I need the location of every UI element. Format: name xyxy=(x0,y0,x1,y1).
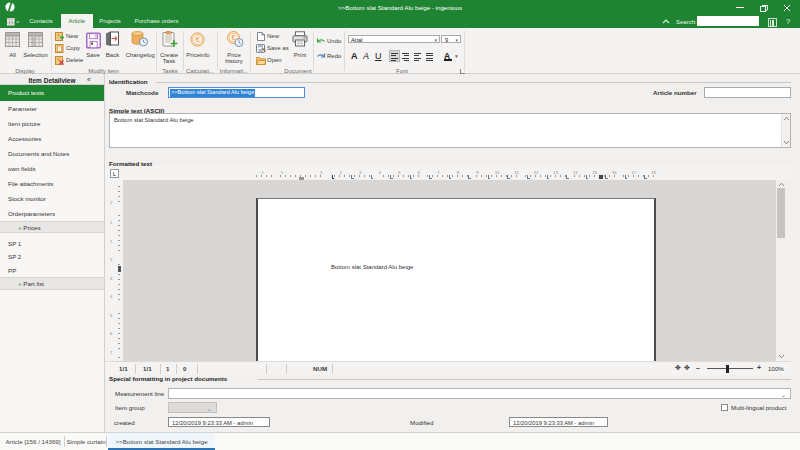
svg-text:€: € xyxy=(232,34,236,41)
